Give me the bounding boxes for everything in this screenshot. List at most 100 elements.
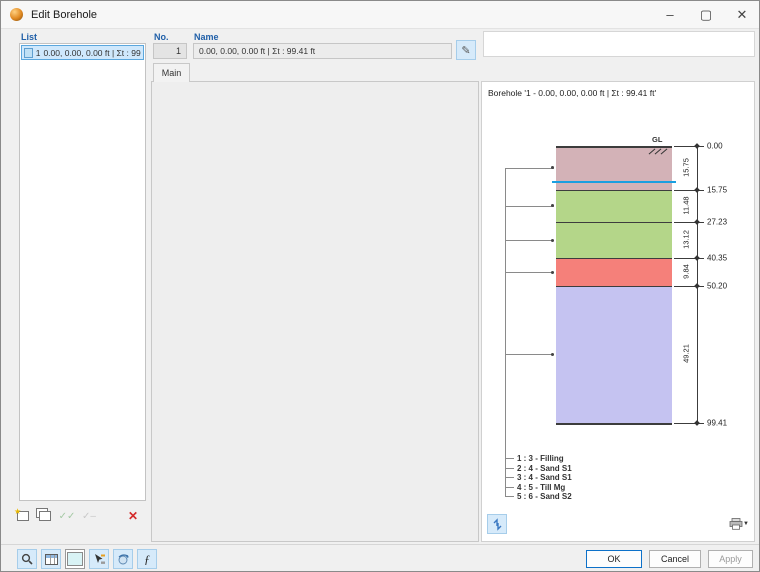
new-item-icon: ★	[17, 511, 29, 521]
list-item-label: 0.00, 0.00, 0.00 ft | Σt : 99.41 ft	[43, 48, 141, 58]
color-field-button[interactable]	[65, 549, 85, 569]
copy-icon	[39, 511, 51, 521]
layer-leader-line	[505, 240, 554, 241]
borehole-diagram-panel: Borehole '1 - 0.00, 0.00, 0.00 ft | Σt :…	[481, 81, 755, 542]
legend-item: 2 : 4 - Sand S1	[517, 464, 572, 473]
dimension-marker	[694, 143, 700, 149]
legend-stub-line	[505, 458, 514, 459]
printer-icon	[729, 518, 743, 530]
layer-leader-line	[505, 168, 554, 169]
list-section-label: List	[21, 32, 37, 42]
copy-borehole-button[interactable]	[35, 506, 55, 526]
rename-button[interactable]: ✎	[456, 40, 476, 60]
globe-rotate-icon	[117, 553, 130, 566]
legend-item: 1 : 3 - Filling	[517, 454, 564, 463]
pencil-icon: ✎	[461, 44, 470, 57]
ok-button[interactable]: OK	[586, 550, 642, 568]
legend-stub-line	[505, 468, 514, 469]
function-button[interactable]: ƒ	[137, 549, 157, 569]
leader-dot	[551, 271, 554, 274]
apply-button[interactable]: Apply	[708, 550, 753, 568]
soil-layer-rect	[556, 258, 672, 285]
depth-value-label: 27.23	[707, 217, 727, 226]
list-item-number: 1	[36, 48, 41, 58]
borehole-name-input[interactable]: 0.00, 0.00, 0.00 ft | Σt : 99.41 ft	[193, 43, 452, 59]
borehole-bottom-line	[556, 423, 672, 425]
dimension-marker	[694, 219, 700, 225]
main-tab-panel	[151, 81, 479, 542]
check-icon: ✓✓	[59, 511, 76, 522]
table-settings-icon	[45, 554, 58, 565]
title-bar[interactable]: Edit Borehole – ▢ ✕	[1, 1, 759, 29]
layer-leader-line	[505, 354, 554, 355]
dimension-marker	[694, 283, 700, 289]
tab-main[interactable]: Main	[153, 63, 190, 82]
fx-icon: ƒ	[144, 552, 150, 567]
legend-item: 4 : 5 - Till Mg	[517, 483, 565, 492]
check-all-button[interactable]: ✓✓	[57, 506, 77, 526]
legend-vertical-line	[505, 168, 506, 496]
legend-item: 5 : 6 - Sand S2	[517, 492, 572, 501]
edit-borehole-dialog: Edit Borehole – ▢ ✕ List 1 0.00, 0.00, 0…	[0, 0, 760, 572]
soil-layer-rect	[556, 286, 672, 423]
groundwater-line	[552, 181, 676, 184]
app-icon	[10, 8, 23, 21]
cancel-button[interactable]: Cancel	[649, 550, 701, 568]
select-objects-button[interactable]	[89, 549, 109, 569]
list-item[interactable]: 1 0.00, 0.00, 0.00 ft | Σt : 99.41 ft	[21, 45, 144, 60]
diagram-canvas: 15.7511.4813.129.8449.21GL0.0015.7527.23…	[482, 82, 756, 543]
thickness-label: 13.12	[682, 222, 691, 258]
depth-value-label: 40.35	[707, 254, 727, 263]
close-button[interactable]: ✕	[725, 1, 759, 28]
soil-layer-rect	[556, 190, 672, 222]
dimension-tick	[674, 258, 704, 259]
depth-value-label: 50.20	[707, 281, 727, 290]
layer-leader-line	[505, 206, 554, 207]
dimension-marker	[694, 187, 700, 193]
name-label: Name	[194, 32, 219, 42]
sync-numbering-button[interactable]	[487, 514, 507, 534]
print-button[interactable]: ▼	[725, 514, 753, 534]
soil-layer-rect	[556, 222, 672, 259]
footer-separator	[1, 544, 759, 545]
borehole-item-icon	[24, 48, 33, 58]
thickness-label: 11.48	[682, 187, 691, 223]
uncheck-all-button[interactable]: ✓–	[79, 506, 99, 526]
new-borehole-button[interactable]: ★	[13, 506, 33, 526]
sync-arrows-icon	[491, 518, 504, 531]
no-label: No.	[154, 32, 169, 42]
leader-dot	[551, 239, 554, 242]
legend-stub-line	[505, 477, 514, 478]
uncheck-icon: ✓–	[82, 511, 96, 522]
legend-stub-line	[505, 487, 514, 488]
table-view-button[interactable]	[41, 549, 61, 569]
delete-red-x-icon: ✕	[128, 509, 138, 523]
delete-borehole-button[interactable]: ✕	[123, 506, 143, 526]
leader-dot	[551, 353, 554, 356]
pointer-list-icon	[93, 553, 106, 565]
view-rotate-button[interactable]	[113, 549, 133, 569]
find-button[interactable]	[17, 549, 37, 569]
leader-dot	[551, 166, 554, 169]
thickness-label: 15.75	[682, 149, 691, 185]
depth-value-label: 99.41	[707, 418, 727, 427]
borehole-list[interactable]: 1 0.00, 0.00, 0.00 ft | Σt : 99.41 ft	[19, 43, 146, 501]
window-title: Edit Borehole	[31, 9, 97, 21]
print-dropdown-caret: ▼	[743, 521, 749, 527]
thickness-label: 49.21	[682, 336, 691, 372]
leader-dot	[551, 204, 554, 207]
dimension-marker	[694, 256, 700, 262]
minimize-button[interactable]: –	[653, 1, 687, 28]
legend-stub-line	[505, 496, 514, 497]
depth-value-label: 15.75	[707, 185, 727, 194]
color-swatch-icon	[67, 552, 83, 566]
depth-value-label: 0.00	[707, 142, 723, 151]
magnifier-icon	[21, 553, 33, 565]
legend-item: 3 : 4 - Sand S1	[517, 473, 572, 482]
maximize-button[interactable]: ▢	[689, 1, 723, 28]
dimension-marker	[694, 420, 700, 426]
gl-label: GL	[652, 135, 662, 144]
top-right-panel	[483, 31, 755, 57]
layer-leader-line	[505, 272, 554, 273]
borehole-number-field: 1	[153, 43, 187, 59]
